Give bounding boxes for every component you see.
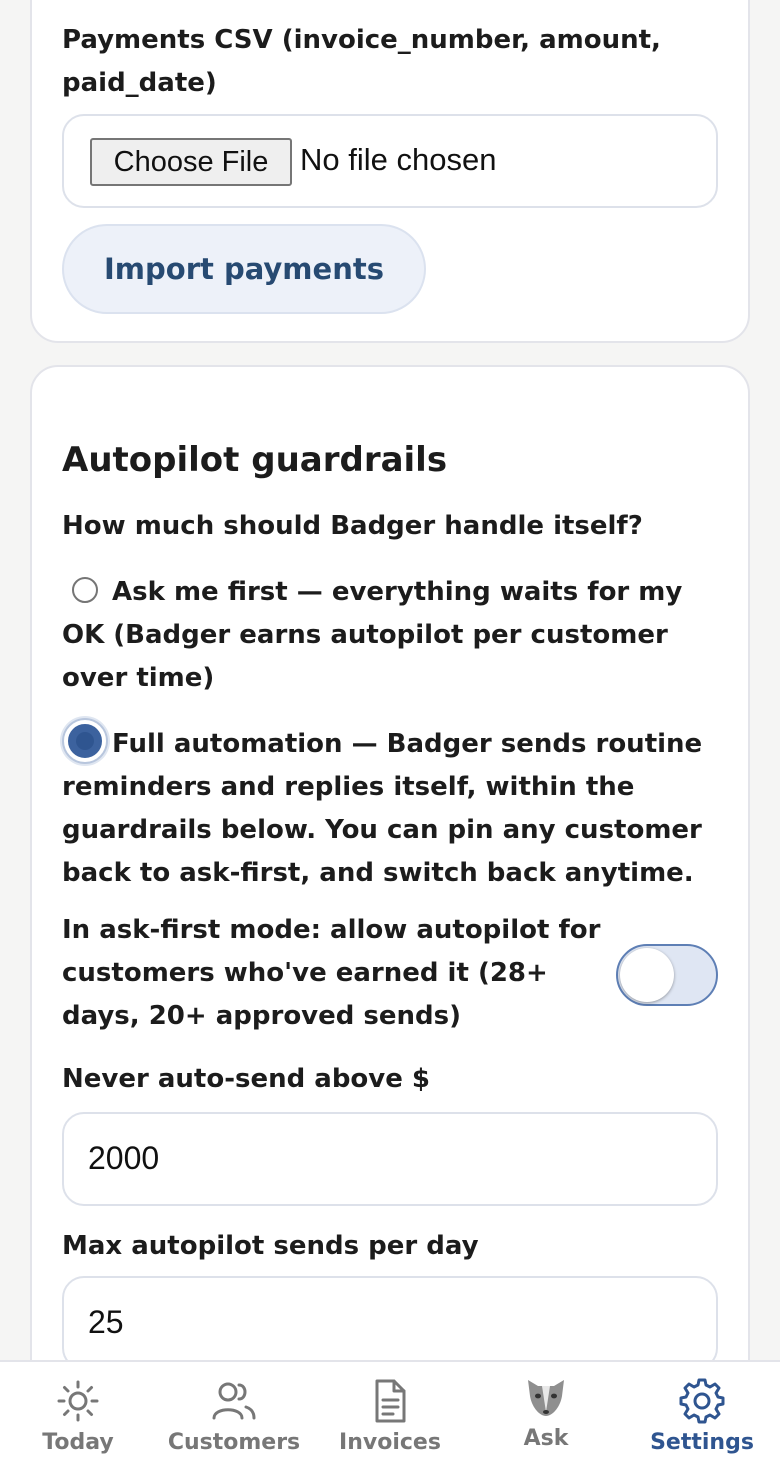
toggle-knob [620, 948, 674, 1002]
document-icon [369, 1378, 411, 1428]
nav-customers-label: Customers [167, 1430, 301, 1455]
import-payments-button[interactable]: Import payments [62, 224, 426, 314]
nav-settings[interactable]: Settings [642, 1362, 762, 1480]
payments-csv-label: Payments CSV (invoice_number, amount, pa… [62, 25, 661, 98]
earned-autopilot-toggle[interactable] [616, 944, 718, 1006]
nav-ask-label: Ask [523, 1426, 569, 1451]
nav-today[interactable]: Today [18, 1362, 138, 1480]
users-icon [209, 1378, 259, 1428]
autonomy-question: How much should Badger handle itself? [62, 511, 643, 541]
nav-settings-label: Settings [650, 1430, 754, 1455]
gear-icon [679, 1378, 725, 1428]
earned-autopilot-label: In ask-first mode: allow autopilot for c… [62, 915, 601, 1031]
file-status-text: No file chosen [300, 142, 497, 177]
max-amount-label: Never auto-send above $ [62, 1064, 431, 1094]
section-title: Autopilot guardrails [62, 440, 448, 480]
nav-today-label: Today [42, 1430, 114, 1455]
ask-first-option-label[interactable]: Ask me first — everything waits for my O… [62, 571, 722, 700]
payments-file-input[interactable]: Choose File No file chosen [62, 114, 718, 208]
max-sends-label: Max autopilot sends per day [62, 1231, 479, 1261]
nav-invoices[interactable]: Invoices [330, 1362, 450, 1480]
badger-icon [524, 1376, 568, 1422]
full-automation-option-label[interactable]: Full automation — Badger sends routine r… [62, 723, 722, 895]
sun-icon [55, 1378, 101, 1428]
choose-file-button[interactable]: Choose File [90, 138, 292, 186]
nav-invoices-label: Invoices [339, 1430, 441, 1455]
max-sends-input[interactable]: 25 [62, 1276, 718, 1370]
nav-ask[interactable]: Ask [486, 1362, 606, 1480]
bottom-nav: Today Customers Invoices Ask Settings [0, 1360, 780, 1480]
max-amount-input[interactable]: 2000 [62, 1112, 718, 1206]
nav-customers[interactable]: Customers [164, 1362, 304, 1480]
